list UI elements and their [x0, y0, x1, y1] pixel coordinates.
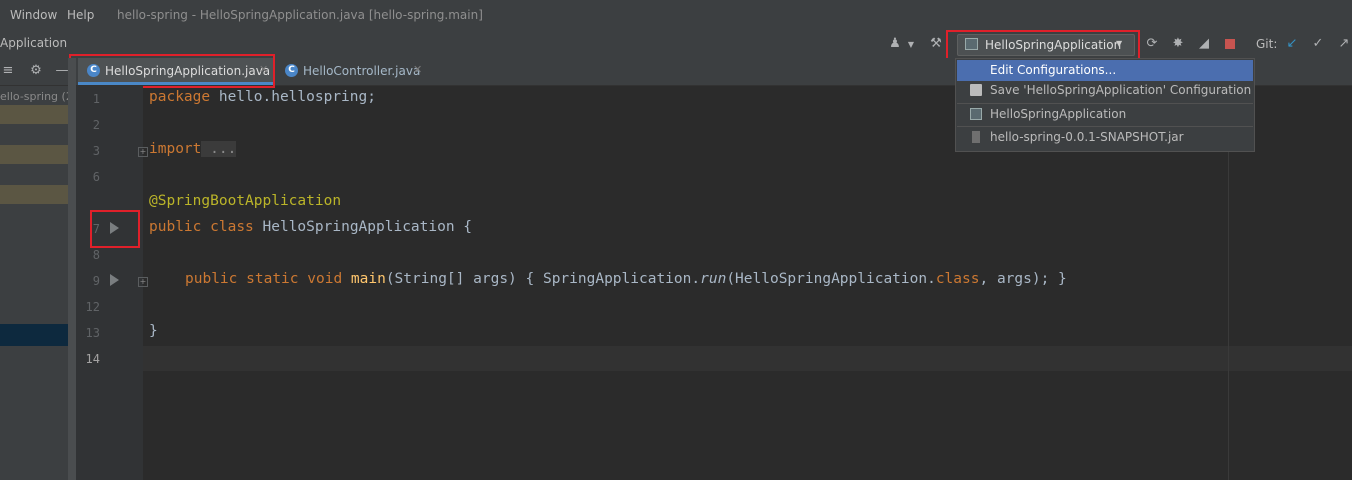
- line-number: 13: [85, 326, 100, 340]
- keyword: public: [185, 271, 238, 287]
- method-call: run: [700, 271, 727, 287]
- tree-row-highlight[interactable]: [0, 105, 68, 124]
- rerun-icon[interactable]: ⟳: [1144, 36, 1160, 52]
- tree-row-selected[interactable]: [0, 324, 68, 346]
- line-number: 14: [85, 352, 100, 366]
- keyword: package: [149, 89, 211, 105]
- spring-config-icon: [970, 108, 982, 120]
- menu-help[interactable]: Help: [67, 8, 94, 22]
- code-line-9[interactable]: public static void main(String[] args) {…: [185, 271, 1067, 287]
- code-line-1[interactable]: package hello.hellospring;: [149, 89, 376, 105]
- menu-item-hello-spring-application[interactable]: HelloSpringApplication: [957, 104, 1253, 125]
- tab-hello-controller[interactable]: C HelloController.java ✕: [278, 58, 428, 85]
- code-text: HelloSpringApplication {: [262, 219, 473, 235]
- git-commit-icon[interactable]: ✓: [1310, 36, 1326, 52]
- code-line-3[interactable]: import ...: [149, 141, 237, 157]
- git-label: Git:: [1256, 37, 1278, 51]
- keyword: void: [307, 271, 343, 287]
- line-number: 8: [92, 248, 100, 262]
- menu-item-label: HelloSpringApplication: [990, 107, 1127, 121]
- window-title: hello-spring - HelloSpringApplication.ja…: [117, 8, 483, 22]
- menu-item-edit-configurations[interactable]: Edit Configurations...: [957, 60, 1253, 81]
- git-update-icon[interactable]: ↙: [1284, 36, 1300, 52]
- run-configuration-dropdown: Edit Configurations... Save 'HelloSpring…: [955, 58, 1255, 152]
- tab-label: HelloController.java: [303, 64, 421, 78]
- line-number: 9: [92, 274, 100, 288]
- run-gutter-icon[interactable]: [110, 274, 119, 286]
- panel-divider[interactable]: [68, 58, 76, 480]
- folded-imports[interactable]: ...: [201, 141, 237, 157]
- line-number: 3: [92, 144, 100, 158]
- keyword: class: [935, 271, 980, 287]
- stop-icon[interactable]: [1222, 36, 1238, 52]
- line-number: 1: [92, 92, 100, 106]
- gear-icon[interactable]: ⚙: [28, 63, 44, 79]
- menu-item-save-configuration[interactable]: Save 'HelloSpringApplication' Configurat…: [957, 80, 1253, 101]
- keyword: class: [210, 219, 254, 235]
- chevron-down-icon[interactable]: ▼: [903, 37, 919, 53]
- keyword: static: [246, 271, 299, 287]
- tree-row-highlight[interactable]: [0, 145, 68, 164]
- fold-icon[interactable]: +: [138, 277, 148, 287]
- code-line-13[interactable]: }: [149, 323, 158, 339]
- code-text: (String[] args) { SpringApplication.: [385, 271, 701, 287]
- collapse-all-icon[interactable]: ≡: [0, 63, 16, 79]
- breadcrumb[interactable]: Application: [0, 36, 67, 50]
- keyword: import: [149, 141, 202, 157]
- close-icon[interactable]: ✕: [413, 63, 422, 76]
- code-line-6[interactable]: @SpringBootApplication: [149, 193, 341, 209]
- tree-row-highlight[interactable]: [0, 185, 68, 204]
- line-number: 2: [92, 118, 100, 132]
- save-icon: [970, 84, 982, 96]
- line-number: 6: [92, 170, 100, 184]
- code-text: hello.hellospring;: [210, 89, 376, 105]
- jar-icon: [972, 131, 980, 143]
- current-line-highlight: [143, 346, 1352, 371]
- code-line-7[interactable]: public class HelloSpringApplication {: [149, 219, 472, 235]
- menu-item-label: Save 'HelloSpringApplication' Configurat…: [990, 83, 1252, 97]
- highlight-box-run-config: [946, 30, 1140, 60]
- project-panel: ello-spring (2: [0, 86, 73, 480]
- menu-item-jar[interactable]: hello-spring-0.0.1-SNAPSHOT.jar: [957, 127, 1253, 148]
- menu-item-label: hello-spring-0.0.1-SNAPSHOT.jar: [990, 130, 1184, 144]
- line-number: 12: [85, 300, 100, 314]
- debug-icon[interactable]: ✸: [1170, 36, 1186, 52]
- code-text: (HelloSpringApplication.: [726, 271, 936, 287]
- class-icon: C: [285, 64, 298, 77]
- menu-window[interactable]: Window: [10, 8, 57, 22]
- menu-bar: Window Help hello-spring - HelloSpringAp…: [0, 0, 1352, 31]
- user-icon[interactable]: ♟: [887, 36, 903, 52]
- fold-icon[interactable]: +: [138, 147, 148, 157]
- build-hammer-icon[interactable]: ⚒: [928, 36, 944, 52]
- menu-item-label: Edit Configurations...: [990, 63, 1117, 77]
- git-push-icon[interactable]: ↗: [1336, 36, 1352, 52]
- keyword: public: [149, 219, 202, 235]
- highlight-box-run-gutter: [90, 210, 140, 248]
- coverage-icon[interactable]: ◢: [1196, 36, 1212, 52]
- project-root-item[interactable]: ello-spring (2: [0, 90, 73, 103]
- code-text: , args); }: [979, 271, 1067, 287]
- method-name: main: [350, 271, 386, 287]
- highlight-box-active-tab: [69, 54, 275, 88]
